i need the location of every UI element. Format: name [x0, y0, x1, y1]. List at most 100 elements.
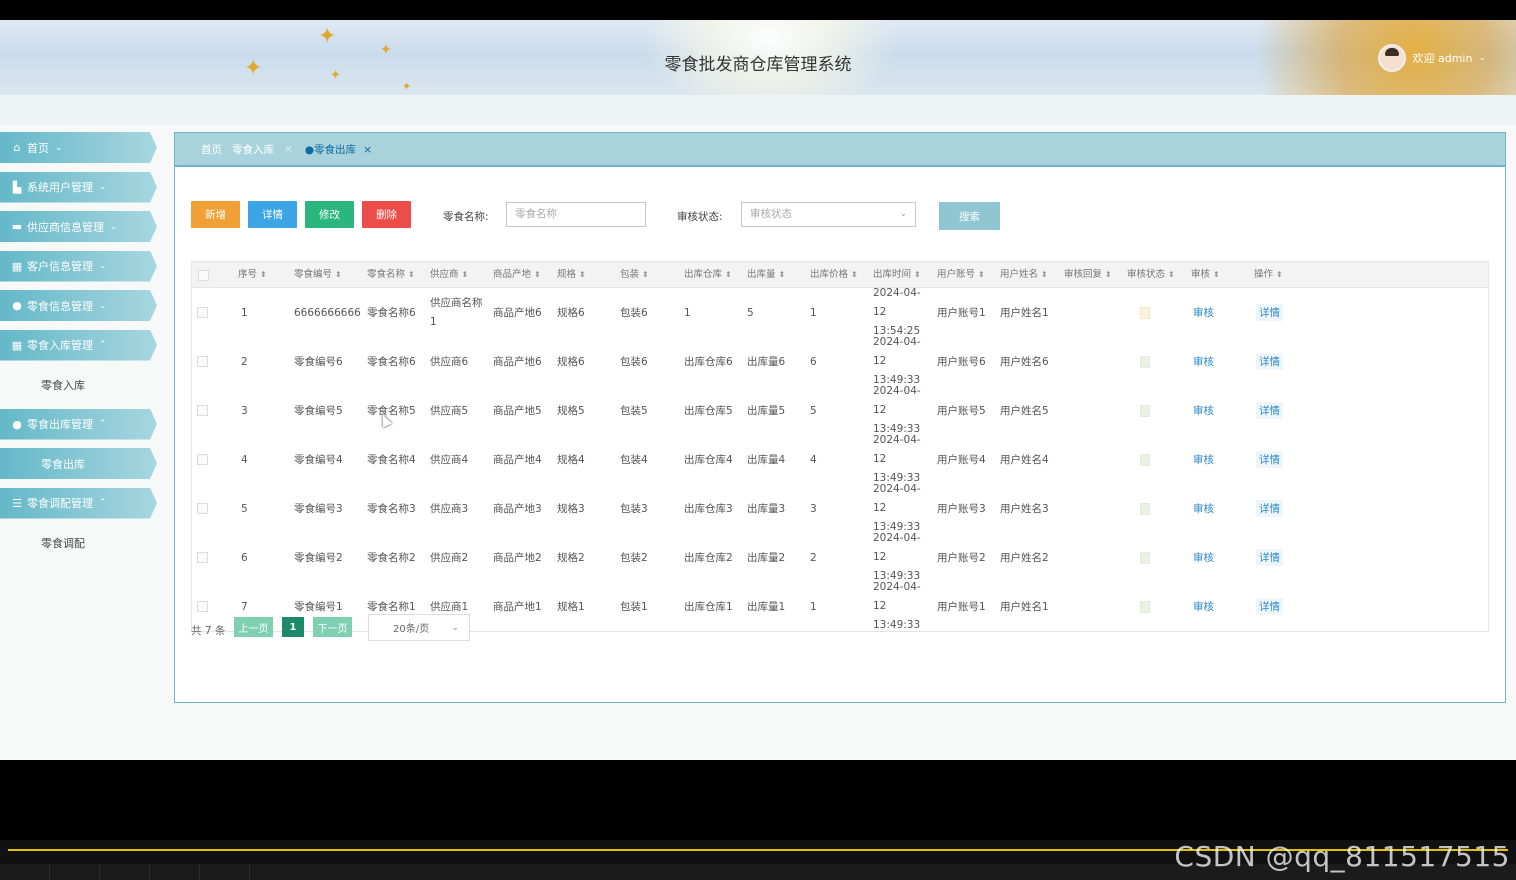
table-row[interactable]: 4 零食编号4 零食名称4 供应商4 商品产地4 规格4 包装4 出库仓库4 出库量4 4 2024…: [192, 434, 1488, 484]
close-icon[interactable]: ×: [363, 143, 372, 156]
edit-button[interactable]: 修改: [305, 201, 354, 228]
sidebar-item-home[interactable]: ⌂ 首页 ⌄: [0, 132, 157, 163]
column-header[interactable]: 零食编号 ⬍: [294, 262, 342, 288]
row-checkbox[interactable]: [197, 533, 208, 582]
checkbox[interactable]: [197, 503, 208, 514]
row-detail-link[interactable]: 详情: [1256, 500, 1283, 517]
sidebar-item-system-users[interactable]: ▙ 系统用户管理 ⌄: [0, 171, 157, 203]
row-detail-link[interactable]: 详情: [1256, 451, 1283, 468]
sort-icon[interactable]: ⬍: [851, 270, 858, 279]
column-header[interactable]: 商品产地 ⬍: [493, 262, 541, 288]
sort-icon[interactable]: ⬍: [1213, 270, 1220, 279]
column-header[interactable]: 包装 ⬍: [620, 262, 649, 288]
sidebar-item-inbound[interactable]: ▦ 零食入库管理 ⌃: [0, 329, 157, 361]
control-slot[interactable]: [100, 864, 150, 880]
audit-link[interactable]: 审核: [1193, 452, 1214, 467]
sort-icon[interactable]: ⬍: [1041, 270, 1048, 279]
tab-home[interactable]: 首页: [201, 142, 222, 157]
row-detail-link[interactable]: 详情: [1256, 353, 1283, 370]
next-page-button[interactable]: 下一页: [313, 617, 352, 637]
sidebar-item-outbound[interactable]: ● 零食出库管理 ⌃: [0, 408, 157, 440]
row-detail-link[interactable]: 详情: [1256, 598, 1283, 615]
control-slot[interactable]: [0, 864, 50, 880]
status-select[interactable]: 审核状态 ⌄: [741, 202, 916, 227]
checkbox[interactable]: [198, 270, 209, 281]
page-number-button[interactable]: 1: [282, 617, 304, 637]
sort-icon[interactable]: ⬍: [642, 270, 649, 279]
sort-icon[interactable]: ⬍: [1276, 270, 1283, 279]
audit-link[interactable]: 审核: [1193, 305, 1214, 320]
sidebar-item-allocation[interactable]: ☰ 零食调配管理 ⌃: [0, 487, 157, 519]
table-row[interactable]: 5 零食编号3 零食名称3 供应商3 商品产地3 规格3 包装3 出库仓库3 出库量3 3 2024…: [192, 483, 1488, 533]
sort-icon[interactable]: ⬍: [978, 270, 985, 279]
column-header[interactable]: 出库量 ⬍: [747, 262, 785, 288]
table-row[interactable]: 2 零食编号6 零食名称6 供应商6 商品产地6 规格6 包装6 出库仓库6 出库量6 6 2024…: [192, 336, 1488, 386]
audit-link[interactable]: 审核: [1193, 599, 1214, 614]
prev-page-button[interactable]: 上一页: [234, 617, 273, 637]
column-header[interactable]: 用户账号 ⬍: [937, 262, 985, 288]
sort-icon[interactable]: ⬍: [408, 270, 415, 279]
column-header[interactable]: 供应商 ⬍: [430, 262, 468, 288]
tab-outbound[interactable]: ●零食出库 ×: [305, 142, 372, 157]
table-row[interactable]: 1 6666666666 零食名称6 供应商名称1 商品产地6 规格6 包装6 1 5 1 2024…: [192, 287, 1488, 337]
tab-inbound[interactable]: 零食入库: [232, 142, 274, 157]
sort-icon[interactable]: ⬍: [335, 270, 342, 279]
column-header[interactable]: 审核回复 ⬍: [1064, 262, 1112, 288]
checkbox[interactable]: [197, 405, 208, 416]
search-button[interactable]: 搜索: [939, 202, 1000, 230]
control-slot[interactable]: [150, 864, 200, 880]
user-menu[interactable]: 欢迎 admin ⌄: [1378, 44, 1486, 72]
delete-button[interactable]: 删除: [362, 201, 411, 228]
add-button[interactable]: 新增: [191, 201, 240, 228]
row-checkbox[interactable]: [197, 386, 208, 435]
sidebar-item-suppliers[interactable]: ▬ 供应商信息管理 ⌄: [0, 211, 157, 242]
column-header[interactable]: 序号 ⬍: [238, 262, 267, 288]
sort-icon[interactable]: ⬍: [579, 270, 586, 279]
row-checkbox[interactable]: [197, 337, 208, 386]
row-checkbox[interactable]: [197, 288, 208, 337]
checkbox[interactable]: [197, 356, 208, 367]
column-header[interactable]: 零食名称 ⬍: [367, 262, 415, 288]
page-size-select[interactable]: 20条/页 ⌄: [368, 614, 470, 641]
table-row[interactable]: 6 零食编号2 零食名称2 供应商2 商品产地2 规格2 包装2 出库仓库2 出库量2 2 2024…: [192, 532, 1488, 582]
row-checkbox[interactable]: [197, 435, 208, 484]
audit-link[interactable]: 审核: [1193, 403, 1214, 418]
avatar[interactable]: [1378, 44, 1407, 72]
checkbox[interactable]: [197, 601, 208, 612]
audit-link[interactable]: 审核: [1193, 354, 1214, 369]
sort-icon[interactable]: ⬍: [914, 270, 921, 279]
sidebar-subitem-inbound[interactable]: 零食入库: [0, 369, 157, 400]
sort-icon[interactable]: ⬍: [534, 270, 541, 279]
column-header[interactable]: 用户姓名 ⬍: [1000, 262, 1048, 288]
table-row[interactable]: 3 零食编号5 零食名称5 供应商5 商品产地5 规格5 包装5 出库仓库5 出库量5 5 2024…: [192, 385, 1488, 435]
select-all-checkbox[interactable]: [198, 270, 209, 281]
column-header[interactable]: 出库价格 ⬍: [810, 262, 858, 288]
row-detail-link[interactable]: 详情: [1256, 549, 1283, 566]
sort-icon[interactable]: ⬍: [260, 270, 267, 279]
audit-link[interactable]: 审核: [1193, 501, 1214, 516]
column-header[interactable]: 审核状态 ⬍: [1127, 262, 1175, 288]
column-header[interactable]: 操作 ⬍: [1254, 262, 1283, 288]
row-checkbox[interactable]: [197, 484, 208, 533]
close-icon[interactable]: ×: [284, 143, 293, 155]
sidebar-subitem-outbound[interactable]: 零食出库: [0, 448, 157, 479]
checkbox[interactable]: [197, 552, 208, 563]
column-header[interactable]: 审核 ⬍: [1191, 262, 1220, 288]
column-header[interactable]: 出库仓库 ⬍: [684, 262, 732, 288]
sort-icon[interactable]: ⬍: [1168, 270, 1175, 279]
row-detail-link[interactable]: 详情: [1256, 402, 1283, 419]
sort-icon[interactable]: ⬍: [1105, 270, 1112, 279]
checkbox[interactable]: [197, 307, 208, 318]
sidebar-item-snacks[interactable]: ● 零食信息管理 ⌄: [0, 290, 157, 321]
sort-icon[interactable]: ⬍: [779, 270, 786, 279]
control-slot[interactable]: [50, 864, 100, 880]
sort-icon[interactable]: ⬍: [725, 270, 732, 279]
name-search-input[interactable]: 零食名称: [506, 202, 646, 227]
sidebar-subitem-allocation[interactable]: 零食调配: [0, 527, 157, 558]
sidebar-item-customers[interactable]: ▦ 客户信息管理 ⌄: [0, 250, 157, 282]
checkbox[interactable]: [197, 454, 208, 465]
detail-button[interactable]: 详情: [248, 201, 297, 228]
sort-icon[interactable]: ⬍: [462, 270, 469, 279]
control-slot[interactable]: [200, 864, 250, 880]
column-header[interactable]: 规格 ⬍: [557, 262, 586, 288]
